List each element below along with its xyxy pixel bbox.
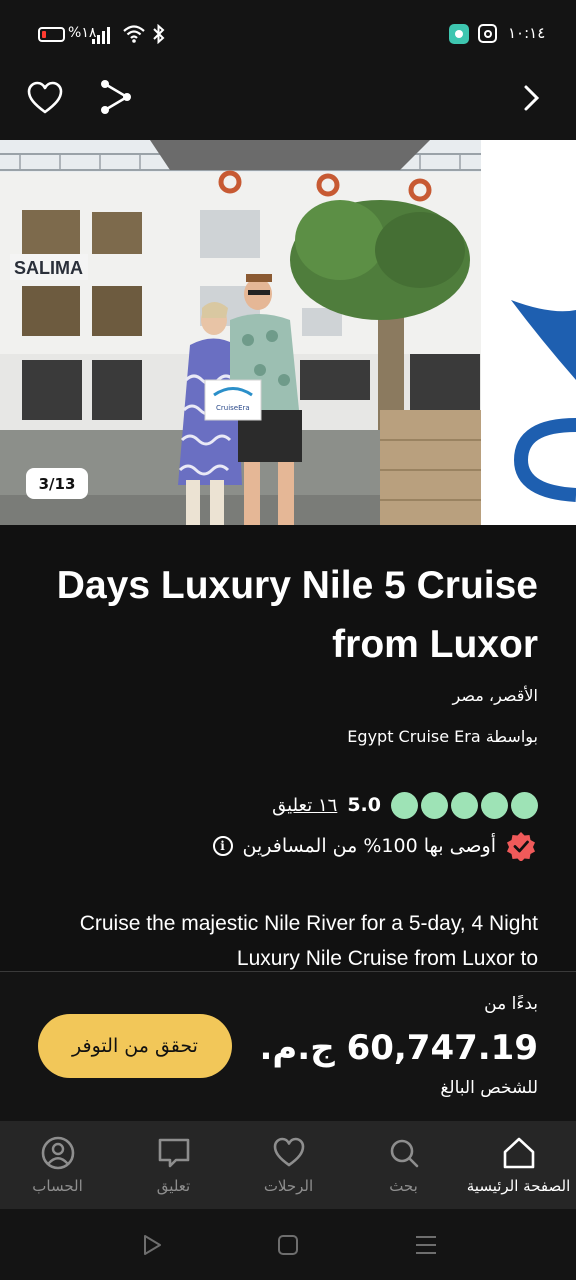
back-triangle-icon[interactable] <box>140 1233 164 1257</box>
photo-counter-badge: 3/13 <box>26 468 88 499</box>
system-nav-bar <box>0 1209 576 1280</box>
nav-label: بحث <box>389 1177 418 1195</box>
nav-account[interactable]: الحساب <box>0 1121 115 1209</box>
signal-icon <box>92 26 114 44</box>
status-bar: %١٨ ١٠:١٤ <box>0 0 576 66</box>
info-icon[interactable]: i <box>212 836 233 856</box>
price-bar: بدءًا من 60,747.19 ج.م. للشخص البالغ تحق… <box>0 971 576 1121</box>
search-icon <box>390 1139 418 1168</box>
price-value: 60,747.19 ج.م. <box>259 1028 538 1068</box>
check-availability-button[interactable]: تحقق من التوفر <box>38 1014 232 1078</box>
listing-title: Days Luxury Nile 5 Cruise from Luxor <box>56 564 538 666</box>
bottom-nav: الصفحة الرئيسية بحث الرحلات تعليق الحساب <box>0 1121 576 1209</box>
home-icon <box>503 1137 534 1169</box>
rating-score: 5.0 <box>347 794 381 816</box>
battery-icon <box>38 27 65 42</box>
comment-icon <box>158 1138 189 1168</box>
nav-label: تعليق <box>156 1177 191 1195</box>
nav-trips[interactable]: الرحلات <box>231 1121 346 1209</box>
listing-description: Cruise the majestic Nile River for a 5-d… <box>79 912 538 970</box>
rating-bubble <box>421 791 448 819</box>
verified-badge-icon <box>507 832 535 861</box>
gallery-next-photo[interactable] <box>481 140 576 525</box>
starting-from-label: بدءًا من <box>484 994 538 1014</box>
chevron-right-icon[interactable] <box>514 80 548 116</box>
cruise-era-logo-partial <box>511 300 576 502</box>
listing-location: الأقصر، مصر <box>452 686 538 705</box>
recents-menu-icon[interactable] <box>414 1234 438 1256</box>
nav-label: الصفحة الرئيسية <box>466 1177 571 1195</box>
nav-label: الحساب <box>32 1177 83 1195</box>
ship-name-sign: SALIMA <box>14 258 83 278</box>
rating-bubbles <box>391 791 538 819</box>
heart-icon <box>273 1137 304 1167</box>
bluetooth-icon <box>153 24 165 44</box>
per-adult-label: للشخص البالغ <box>440 1078 538 1098</box>
held-sign-text: CruiseEra <box>216 404 250 412</box>
action-bar <box>0 66 576 140</box>
account-icon <box>41 1136 74 1170</box>
rating-row[interactable]: ١٦ تعليق 5.0 <box>268 790 538 820</box>
rating-bubble <box>451 791 478 819</box>
recommend-text: أوصى بها 100% من المسافرين <box>242 835 497 857</box>
share-icon[interactable] <box>98 78 134 116</box>
rating-bubble <box>391 791 418 819</box>
clock: ١٠:١٤ <box>508 24 546 42</box>
nav-review[interactable]: تعليق <box>116 1121 231 1209</box>
recommendation-row: أوصى بها 100% من المسافرين i <box>212 830 537 862</box>
wifi-icon <box>123 25 145 43</box>
listing-operator[interactable]: بواسطة Egypt Cruise Era <box>347 727 538 746</box>
nav-label: الرحلات <box>263 1177 314 1195</box>
rating-bubble <box>481 791 508 819</box>
home-square-icon[interactable] <box>277 1234 299 1256</box>
nav-home[interactable]: الصفحة الرئيسية <box>461 1121 576 1209</box>
review-count-link[interactable]: ١٦ تعليق <box>272 795 337 816</box>
instagram-icon <box>478 24 497 43</box>
photo-gallery[interactable]: SALIMA CruiseEra 3/13 <box>0 140 576 525</box>
nav-search[interactable]: بحث <box>346 1121 461 1209</box>
notification-app-icon <box>449 24 469 44</box>
rating-bubble <box>511 791 538 819</box>
heart-icon[interactable] <box>26 80 64 116</box>
